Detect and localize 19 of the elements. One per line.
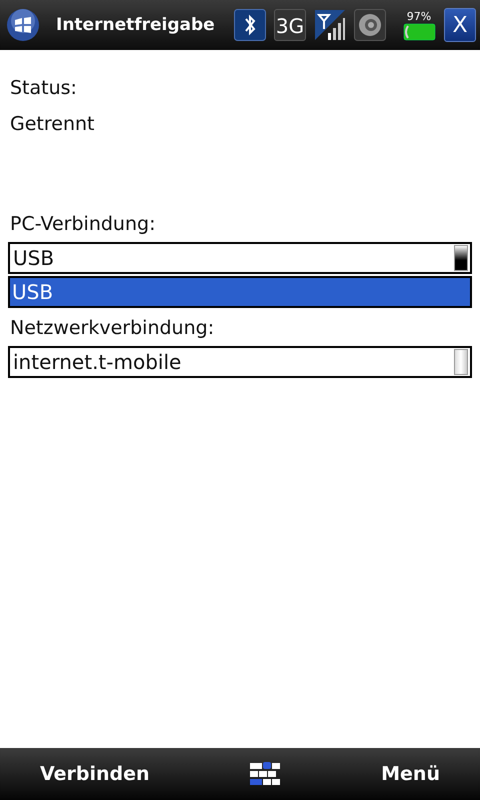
battery-icon[interactable] bbox=[402, 22, 436, 40]
status-value: Getrennt bbox=[9, 112, 96, 136]
keyboard-icon[interactable] bbox=[249, 761, 282, 787]
bluetooth-icon[interactable] bbox=[234, 9, 266, 41]
status-label: Status: bbox=[9, 76, 78, 100]
window-title: Internetfreigabe bbox=[56, 15, 215, 35]
pc-connection-dropdown[interactable]: USB bbox=[8, 242, 472, 274]
network-connection-dropdown[interactable]: internet.t-mobile bbox=[8, 346, 472, 378]
dropdown-option[interactable]: USB bbox=[10, 278, 470, 306]
speaker-icon[interactable] bbox=[354, 9, 386, 41]
battery-percentage: 97% bbox=[406, 10, 432, 22]
close-button[interactable]: X bbox=[444, 8, 476, 42]
network-connection-label: Netzwerkverbindung: bbox=[9, 316, 216, 340]
start-icon[interactable] bbox=[6, 8, 40, 42]
connect-button[interactable]: Verbinden bbox=[36, 761, 154, 787]
signal-icon[interactable] bbox=[314, 9, 346, 41]
menu-button[interactable]: Menü bbox=[377, 761, 444, 787]
network-type-indicator[interactable]: 3G bbox=[274, 9, 306, 41]
pc-connection-label: PC-Verbindung: bbox=[9, 212, 156, 236]
